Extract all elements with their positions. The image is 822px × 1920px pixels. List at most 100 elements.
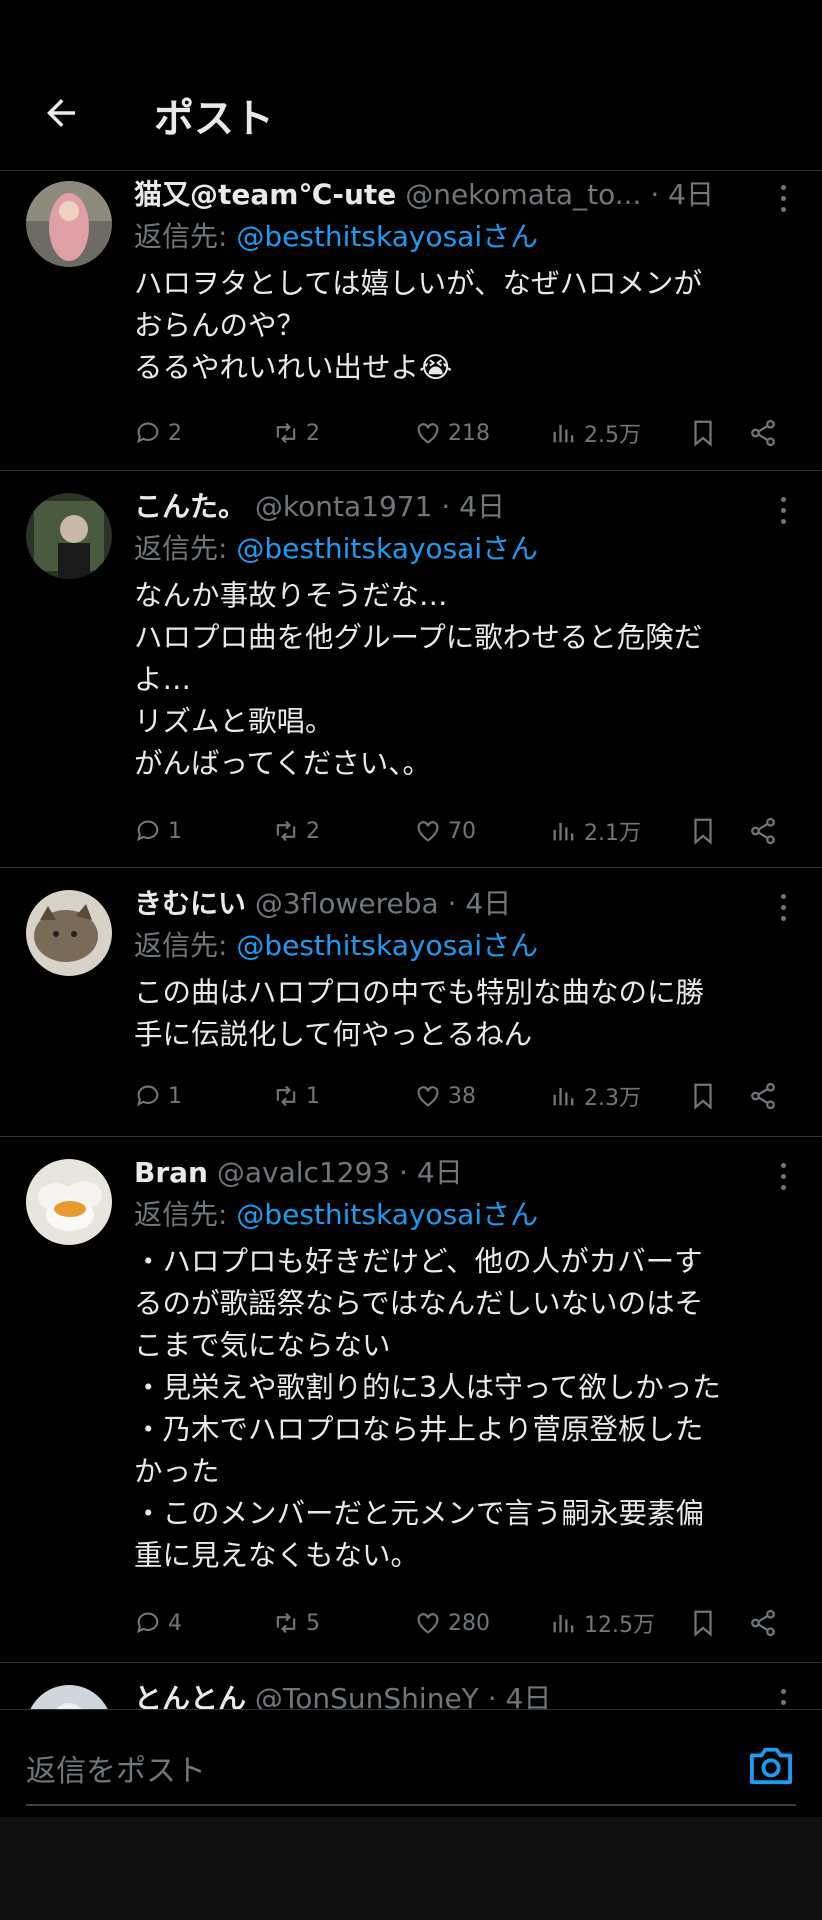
more-icon[interactable]	[778, 894, 788, 924]
views-button[interactable]: 2.1万	[550, 813, 641, 849]
views-button[interactable]: 2.3万	[550, 1078, 641, 1114]
display-name[interactable]: こんた。	[134, 490, 246, 523]
more-icon[interactable]	[778, 185, 788, 215]
like-icon	[417, 1613, 439, 1634]
views-button[interactable]: 2.5万	[550, 415, 641, 451]
share-button[interactable]	[748, 415, 784, 451]
repost-icon	[276, 1612, 296, 1634]
views-count: 2.1万	[584, 821, 641, 846]
views-icon	[553, 424, 574, 443]
avatar[interactable]	[26, 1685, 112, 1709]
repost-count: 5	[306, 1610, 320, 1636]
action-bar: 4 5 280 12.5万	[134, 1605, 800, 1641]
reply-tweet[interactable]: とんとん @TonSunShineY · 4日	[0, 1663, 822, 1709]
reply-to-line: 返信先: @besthitskayosaiさん	[134, 220, 539, 253]
share-icon	[751, 817, 775, 845]
like-count: 280	[448, 1610, 490, 1636]
reply-tweet[interactable]: こんた。 @konta1971 · 4日 返信先: @besthitskayos…	[0, 471, 822, 868]
reply-icon	[137, 820, 159, 842]
user-handle[interactable]: @konta1971	[255, 490, 433, 523]
reply-button[interactable]: 1	[134, 1078, 182, 1114]
back-arrow-icon[interactable]	[40, 92, 82, 134]
avatar[interactable]	[26, 890, 112, 976]
reply-count: 1	[168, 1083, 182, 1109]
bookmark-button[interactable]	[688, 1605, 724, 1641]
like-button[interactable]: 70	[414, 813, 476, 849]
timestamp: 4日	[668, 178, 714, 211]
more-icon[interactable]	[778, 497, 788, 527]
mention-link[interactable]: @besthitskayosaiさん	[236, 929, 538, 962]
action-bar: 2 2 218 2.5万	[134, 415, 800, 451]
reply-feed[interactable]: 猫又@team℃-ute @nekomata_to... · 4日 返信先: @…	[0, 171, 822, 1709]
bookmark-button[interactable]	[688, 415, 724, 451]
like-button[interactable]: 280	[414, 1605, 490, 1641]
repost-icon	[276, 820, 296, 842]
user-handle[interactable]: @TonSunShineY	[255, 1682, 479, 1709]
reply-input[interactable]: 返信をポスト	[26, 1746, 206, 1790]
mention-link[interactable]: @besthitskayosaiさん	[236, 1198, 538, 1231]
like-count: 70	[448, 818, 476, 844]
repost-count: 2	[306, 420, 320, 446]
repost-button[interactable]: 2	[272, 813, 320, 849]
avatar[interactable]	[26, 1159, 112, 1245]
reply-composer: 返信をポスト	[0, 1709, 822, 1818]
reply-tweet[interactable]: 猫又@team℃-ute @nekomata_to... · 4日 返信先: @…	[0, 171, 822, 471]
avatar[interactable]	[26, 181, 112, 267]
display-name[interactable]: 猫又@team℃-ute	[134, 178, 396, 211]
share-button[interactable]	[748, 1605, 784, 1641]
share-button[interactable]	[748, 1078, 784, 1114]
views-count: 2.5万	[584, 423, 641, 448]
page-title: ポスト	[154, 96, 274, 142]
like-button[interactable]: 38	[414, 1078, 476, 1114]
mention-link[interactable]: @besthitskayosaiさん	[236, 532, 538, 565]
views-icon	[553, 1614, 574, 1633]
tweet-header: Bran @avalc1293 · 4日	[134, 1156, 463, 1189]
reply-to-line: 返信先: @besthitskayosaiさん	[134, 929, 539, 962]
action-bar: 1 1 38 2.3万	[134, 1078, 800, 1114]
reply-to-line: 返信先: @besthitskayosaiさん	[134, 532, 539, 565]
repost-icon	[276, 1085, 296, 1107]
mention-link[interactable]: @besthitskayosaiさん	[236, 220, 538, 253]
display-name[interactable]: Bran	[134, 1156, 208, 1189]
like-icon	[417, 423, 439, 444]
tweet-text: この曲はハロプロの中でも特別な曲なのに勝 手に伝説化して何やっとるねん	[134, 976, 705, 1051]
share-button[interactable]	[748, 813, 784, 849]
repost-icon	[276, 422, 296, 444]
user-handle[interactable]: @nekomata_to...	[405, 178, 641, 211]
views-icon	[553, 822, 574, 841]
repost-count: 1	[306, 1083, 320, 1109]
user-handle[interactable]: @3flowereba	[255, 887, 439, 920]
repost-button[interactable]: 1	[272, 1078, 320, 1114]
repost-count: 2	[306, 818, 320, 844]
share-icon	[751, 1082, 775, 1110]
timestamp: 4日	[459, 490, 505, 523]
system-nav-area	[0, 1817, 822, 1920]
user-handle[interactable]: @avalc1293	[217, 1156, 390, 1189]
display-name[interactable]: きむにい	[134, 887, 246, 920]
camera-icon[interactable]	[748, 1744, 794, 1786]
repost-button[interactable]: 2	[272, 415, 320, 451]
repost-button[interactable]: 5	[272, 1605, 320, 1641]
like-count: 218	[448, 420, 490, 446]
reply-button[interactable]: 1	[134, 813, 182, 849]
reply-tweet[interactable]: Bran @avalc1293 · 4日 返信先: @besthitskayos…	[0, 1137, 822, 1663]
reply-button[interactable]: 2	[134, 415, 182, 451]
reply-count: 1	[168, 818, 182, 844]
views-count: 12.5万	[584, 1613, 655, 1638]
bookmark-button[interactable]	[688, 813, 724, 849]
more-icon[interactable]	[778, 1689, 788, 1709]
reply-tweet[interactable]: きむにい @3flowereba · 4日 返信先: @besthitskayo…	[0, 868, 822, 1137]
avatar[interactable]	[26, 493, 112, 579]
bookmark-button[interactable]	[688, 1078, 724, 1114]
reply-count: 2	[168, 420, 182, 446]
more-icon[interactable]	[778, 1163, 788, 1193]
reply-icon	[137, 422, 159, 444]
views-button[interactable]: 12.5万	[550, 1605, 655, 1641]
like-button[interactable]: 218	[414, 415, 490, 451]
bookmark-icon	[694, 420, 712, 447]
views-icon	[553, 1087, 574, 1106]
share-icon	[751, 1609, 775, 1637]
display-name[interactable]: とんとん	[134, 1682, 246, 1709]
reply-button[interactable]: 4	[134, 1605, 182, 1641]
reply-icon	[137, 1612, 159, 1634]
